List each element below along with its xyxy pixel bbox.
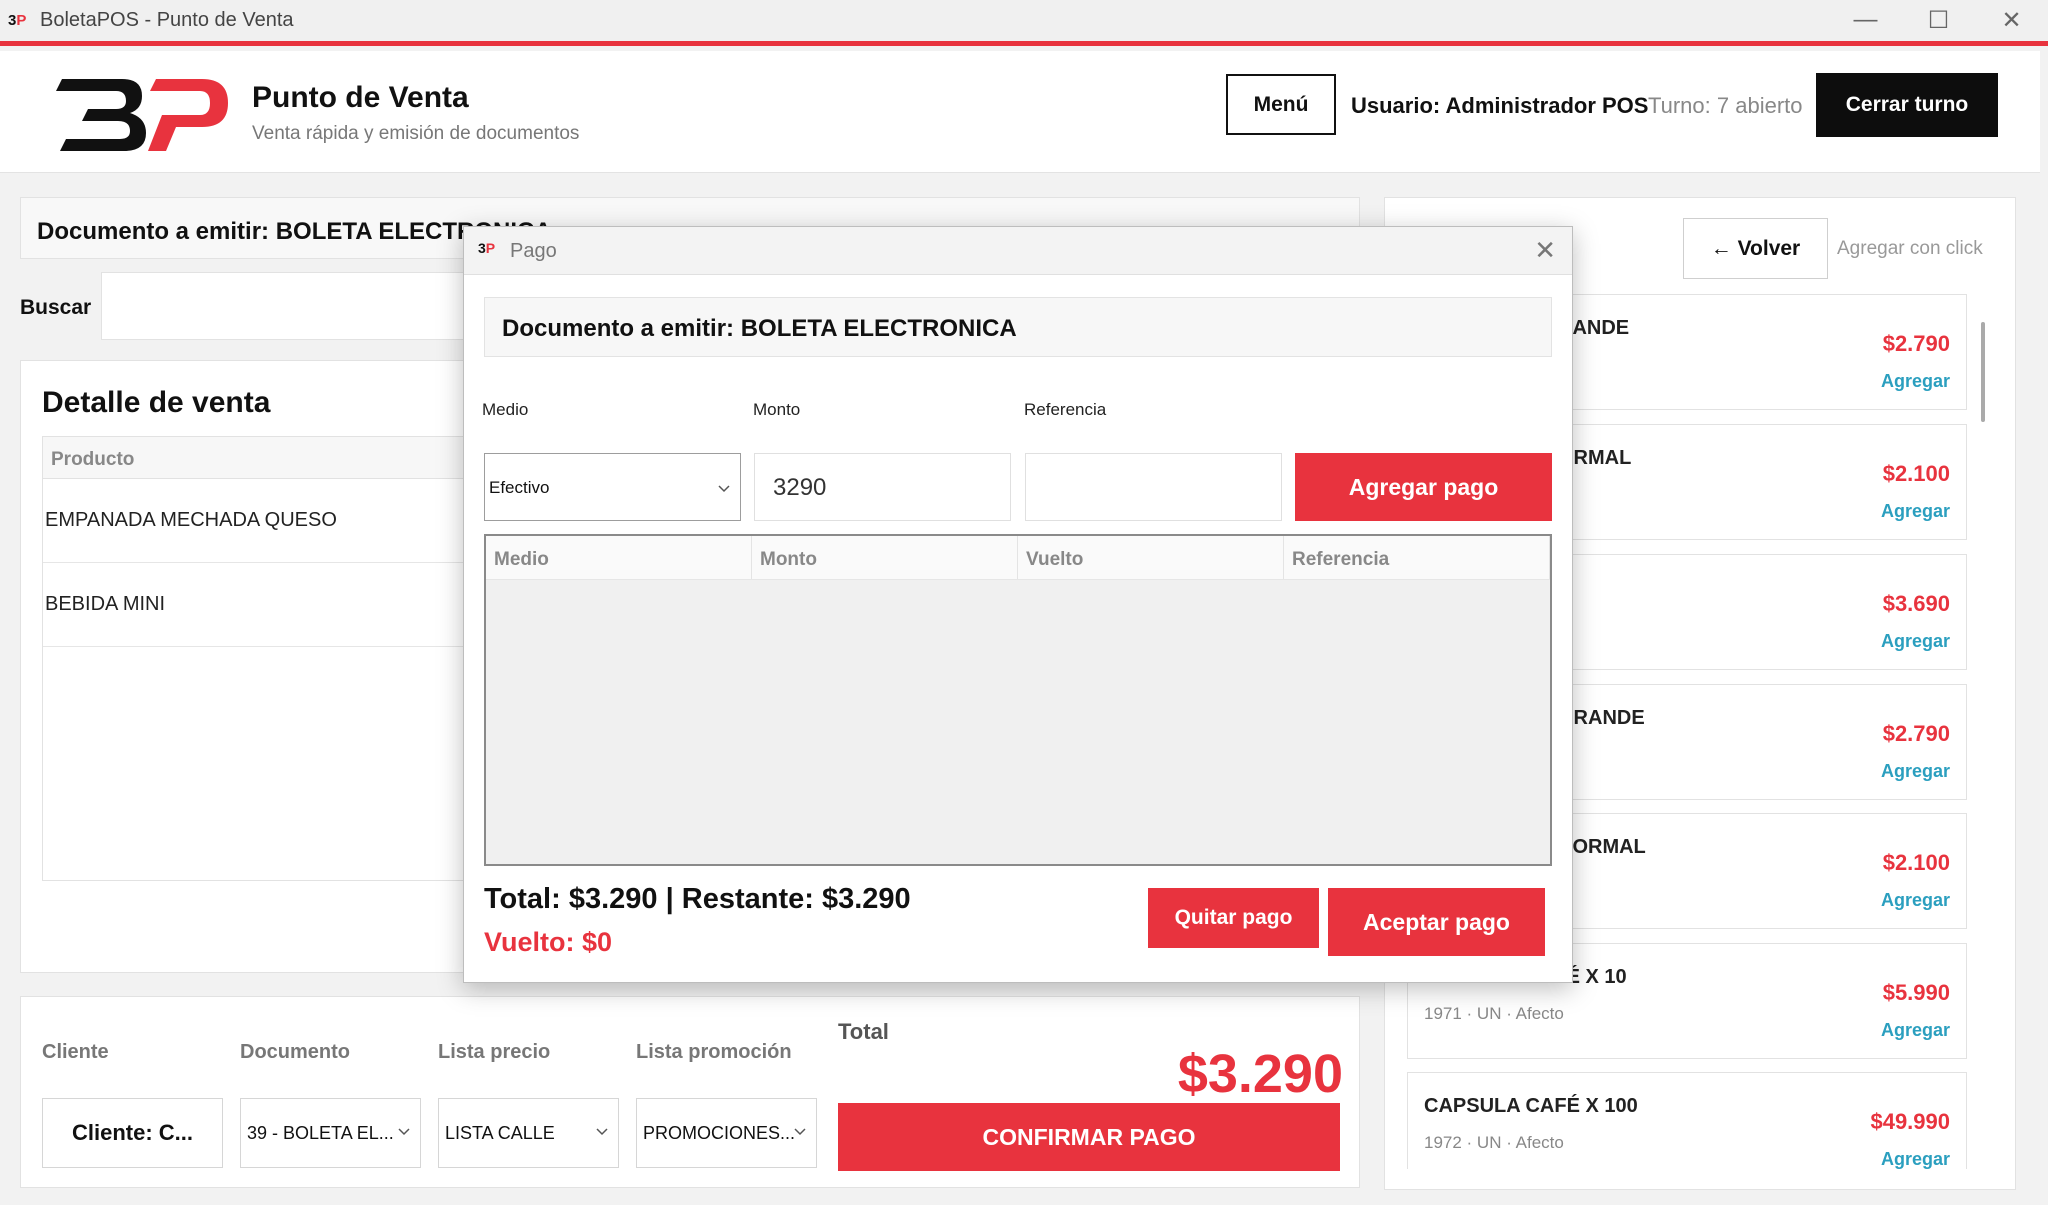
total-amount: $3.290 xyxy=(1177,1044,1343,1104)
column-header-referencia: Referencia xyxy=(1284,536,1550,579)
lista-precio-label: Lista precio xyxy=(438,1041,551,1063)
app-header: Punto de Venta Venta rápida y emisión de… xyxy=(0,51,2040,173)
product-add-link[interactable]: Agregar xyxy=(1881,1149,1950,1169)
product-add-link[interactable]: Agregar xyxy=(1881,371,1950,392)
payments-table-header: Medio Monto Vuelto Referencia xyxy=(486,536,1550,580)
product-price: $3.690 xyxy=(1882,591,1950,616)
agregar-pago-button[interactable]: Agregar pago xyxy=(1295,453,1552,521)
brand-logo xyxy=(56,79,228,151)
product-name: CAPSULA CAFÉ X 100 xyxy=(1424,1095,1638,1117)
search-label: Buscar xyxy=(20,296,92,319)
lista-precio-select[interactable]: LISTA CALLE xyxy=(438,1098,619,1168)
page-subtitle: Venta rápida y emisión de documentos xyxy=(252,123,580,144)
user-label: Usuario: Administrador POS xyxy=(1351,93,1649,118)
payment-total-summary: Total: $3.290 | Restante: $3.290 xyxy=(484,883,911,915)
lista-promocion-value: PROMOCIONES... xyxy=(643,1122,796,1143)
agregar-hint: Agregar con click xyxy=(1837,238,1983,259)
product-add-link[interactable]: Agregar xyxy=(1881,501,1950,522)
aceptar-pago-button[interactable]: Aceptar pago xyxy=(1328,888,1545,956)
quitar-pago-button[interactable]: Quitar pago xyxy=(1148,888,1319,948)
product-add-link[interactable]: Agregar xyxy=(1881,631,1950,652)
product-price: $2.100 xyxy=(1882,850,1950,875)
monto-input[interactable]: 3290 xyxy=(754,453,1011,521)
documento-value: 39 - BOLETA EL... xyxy=(247,1122,394,1143)
lista-precio-value: LISTA CALLE xyxy=(445,1122,555,1143)
medio-label: Medio xyxy=(482,400,529,419)
payments-table: Medio Monto Vuelto Referencia xyxy=(484,534,1552,866)
product-price: $2.790 xyxy=(1882,331,1950,356)
lista-promocion-select[interactable]: PROMOCIONES... xyxy=(636,1098,817,1168)
cliente-label: Cliente xyxy=(42,1041,109,1063)
product-card[interactable]: CAPSULA CAFÉ X 100 1972 · UN · Afecto $4… xyxy=(1407,1072,1967,1169)
referencia-input[interactable] xyxy=(1025,453,1282,521)
turno-label: Turno: 7 abierto xyxy=(1648,93,1803,118)
product-add-link[interactable]: Agregar xyxy=(1881,761,1950,782)
documento-select[interactable]: 39 - BOLETA EL... xyxy=(240,1098,421,1168)
product-meta: 1971 · UN · Afecto xyxy=(1424,1004,1564,1023)
sale-detail-title: Detalle de venta xyxy=(42,386,271,419)
page-title: Punto de Venta xyxy=(252,81,469,114)
product-price: $2.790 xyxy=(1882,721,1950,746)
cliente-button[interactable]: Cliente: C... xyxy=(42,1098,223,1168)
window-title: BoletaPOS - Punto de Venta xyxy=(40,9,294,31)
medio-select[interactable]: Efectivo xyxy=(484,453,741,521)
close-icon[interactable]: ✕ xyxy=(1975,0,2048,40)
product-price: $2.100 xyxy=(1882,461,1950,486)
cerrar-turno-button[interactable]: Cerrar turno xyxy=(1816,73,1998,137)
product-meta: 1972 · UN · Afecto xyxy=(1424,1133,1564,1152)
payment-change-amount: Vuelto: $0 xyxy=(484,927,613,957)
medio-value: Efectivo xyxy=(489,478,550,497)
lista-promocion-label: Lista promoción xyxy=(636,1041,792,1063)
total-label: Total xyxy=(838,1019,889,1044)
column-header-vuelto: Vuelto xyxy=(1018,536,1284,579)
close-icon[interactable]: ✕ xyxy=(1534,235,1556,266)
referencia-label: Referencia xyxy=(1024,400,1107,419)
confirmar-pago-button[interactable]: CONFIRMAR PAGO xyxy=(838,1103,1340,1171)
product-price: $49.990 xyxy=(1870,1109,1950,1134)
maximize-icon[interactable]: ☐ xyxy=(1902,0,1975,40)
column-header-monto: Monto xyxy=(752,536,1018,579)
chevron-down-icon xyxy=(718,485,730,493)
menu-button[interactable]: Menú xyxy=(1226,74,1336,135)
product-price: $5.990 xyxy=(1882,980,1950,1005)
column-header-medio: Medio xyxy=(486,536,752,579)
search-input[interactable] xyxy=(101,272,521,340)
product-add-link[interactable]: Agregar xyxy=(1881,890,1950,911)
bp-logo-icon: 3P xyxy=(478,240,496,256)
dialog-title: Pago xyxy=(510,240,557,262)
product-list-scrollbar[interactable] xyxy=(1981,322,1985,422)
volver-button[interactable]: ← Volver xyxy=(1683,218,1828,279)
dialog-document-bar: Documento a emitir: BOLETA ELECTRONICA xyxy=(484,297,1552,357)
chevron-down-icon xyxy=(794,1128,806,1136)
checkout-panel: Cliente Documento Lista precio Lista pro… xyxy=(20,996,1360,1188)
chevron-down-icon xyxy=(398,1128,410,1136)
payment-dialog: 3P Pago ✕ Documento a emitir: BOLETA ELE… xyxy=(463,226,1573,983)
dialog-titlebar: 3P Pago ✕ xyxy=(464,227,1572,275)
product-add-link[interactable]: Agregar xyxy=(1881,1020,1950,1041)
monto-label: Monto xyxy=(753,400,801,419)
documento-label: Documento xyxy=(240,1041,350,1063)
window-controls: — ☐ ✕ xyxy=(1829,0,2048,40)
chevron-down-icon xyxy=(596,1128,608,1136)
window-titlebar: 3P BoletaPOS - Punto de Venta — ☐ ✕ xyxy=(0,0,2048,46)
minimize-icon[interactable]: — xyxy=(1829,0,1902,40)
bp-logo-icon: 3P xyxy=(8,12,27,29)
